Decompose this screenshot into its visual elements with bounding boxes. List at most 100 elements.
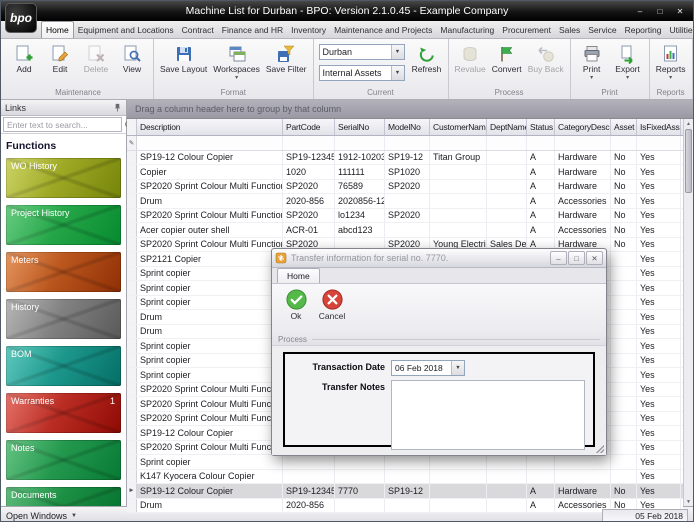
transfer-notes-input[interactable]	[391, 380, 585, 450]
chevron-down-icon[interactable]: ▼	[391, 45, 404, 59]
chevron-down-icon[interactable]: ▼	[451, 361, 464, 375]
filter-cell[interactable]	[527, 136, 555, 150]
column-header-customername[interactable]: CustomerName	[430, 119, 487, 135]
table-row[interactable]: SP19-12 Colour CopierSP19-1234561912-102…	[127, 151, 683, 166]
function-wo-history[interactable]: WO History	[6, 158, 121, 198]
transaction-date-combo[interactable]: 06 Feb 2018 ▼	[391, 360, 465, 376]
cell: A	[527, 499, 555, 513]
table-row[interactable]: K147 Kyocera Colour CopierYes	[127, 470, 683, 485]
filter-cell[interactable]	[611, 136, 637, 150]
combo-durban[interactable]: Durban▼	[319, 44, 405, 60]
column-header-categorydesc[interactable]: CategoryDesc	[555, 119, 611, 135]
edit-button[interactable]: Edit	[42, 40, 78, 87]
export-button[interactable]: Export▾	[610, 40, 646, 87]
open-windows-button[interactable]: Open Windows ▼	[6, 511, 77, 521]
status-date[interactable]: 05 Feb 2018	[602, 509, 688, 522]
cell	[335, 499, 385, 513]
vertical-scrollbar[interactable]: ▲ ▼	[683, 119, 693, 506]
workspaces-button[interactable]: Workspaces▾	[210, 40, 263, 87]
function-meters[interactable]: Meters	[6, 252, 121, 292]
search-input[interactable]	[3, 117, 122, 132]
group-by-bar[interactable]: Drag a column header here to group by th…	[127, 100, 693, 119]
scroll-up-icon[interactable]: ▲	[686, 119, 691, 128]
save-filter-button[interactable]: Save Filter	[263, 40, 310, 87]
tab-utilities[interactable]: Utilities	[665, 21, 694, 38]
table-row[interactable]: Copier1020111111SP1020AHardwareNoYes	[127, 165, 683, 180]
cell: A	[527, 194, 555, 208]
tab-inventory[interactable]: Inventory	[287, 21, 330, 38]
filter-cell[interactable]	[487, 136, 527, 150]
title-bar[interactable]: Machine List for Durban - BPO: Version 2…	[1, 1, 693, 21]
function-notes[interactable]: Notes	[6, 440, 121, 480]
column-header-asset[interactable]: Asset	[611, 119, 637, 135]
cell: Yes	[637, 180, 681, 194]
tab-reporting[interactable]: Reporting	[621, 21, 666, 38]
column-header-deptname[interactable]: DeptName	[487, 119, 527, 135]
refresh-button[interactable]: Refresh	[409, 40, 445, 87]
filter-cell[interactable]	[385, 136, 430, 150]
tab-maintenance-and-projects[interactable]: Maintenance and Projects	[330, 21, 436, 38]
print-button[interactable]: Print▾	[574, 40, 610, 87]
cancel-button[interactable]: Cancel	[314, 287, 350, 321]
cell: SP19-12	[385, 151, 430, 165]
minimize-icon[interactable]: –	[631, 5, 649, 18]
dialog-tab-home[interactable]: Home	[277, 268, 320, 283]
filter-row[interactable]: ✎	[127, 136, 683, 151]
table-row[interactable]: Drum2020-8562020856-1234AAccessoriesNoYe…	[127, 194, 683, 209]
function-warranties[interactable]: Warranties1	[6, 393, 121, 433]
column-header-modelno[interactable]: ModelNo	[385, 119, 430, 135]
row-indicator	[127, 252, 137, 266]
table-row[interactable]: SP2020 Sprint Colour Multi Functional Co…	[127, 209, 683, 224]
table-row[interactable]: Drum2020-856AAccessoriesNoYes	[127, 499, 683, 514]
column-header-isfixedasset[interactable]: IsFixedAsset	[637, 119, 681, 135]
scroll-down-icon[interactable]: ▼	[686, 497, 691, 506]
column-header-description[interactable]: Description	[137, 119, 283, 135]
dialog-close-icon[interactable]: ✕	[586, 251, 603, 265]
function-project-history[interactable]: Project History	[6, 205, 121, 245]
pin-icon[interactable]	[113, 103, 122, 112]
reports-button[interactable]: Reports▾	[653, 40, 689, 87]
add-button[interactable]: Add	[6, 40, 42, 87]
filter-cell[interactable]	[335, 136, 385, 150]
filter-cell[interactable]	[555, 136, 611, 150]
filter-cell[interactable]	[637, 136, 681, 150]
filter-cell[interactable]	[430, 136, 487, 150]
bpo-logo[interactable]: bpo	[5, 3, 37, 33]
combo-internal-assets[interactable]: Internal Assets▼	[319, 65, 405, 81]
convert-button[interactable]: Convert	[489, 40, 525, 87]
dialog-resize-grip[interactable]	[596, 445, 604, 453]
close-icon[interactable]: ✕	[671, 5, 689, 18]
tab-manufacturing[interactable]: Manufacturing	[436, 21, 498, 38]
table-row[interactable]: SP2020 Sprint Colour Multi Functional Co…	[127, 180, 683, 195]
table-row[interactable]: Acer copier outer shellACR-01abcd123AAcc…	[127, 223, 683, 238]
chevron-down-icon[interactable]: ▼	[391, 66, 404, 80]
tab-service[interactable]: Service	[584, 21, 620, 38]
tab-procurement[interactable]: Procurement	[498, 21, 555, 38]
tab-contract[interactable]: Contract	[178, 21, 218, 38]
tab-finance-and-hr[interactable]: Finance and HR	[218, 21, 287, 38]
column-header-partcode[interactable]: PartCode	[283, 119, 335, 135]
dialog-minimize-icon[interactable]: –	[550, 251, 567, 265]
view-button[interactable]: View	[114, 40, 150, 87]
column-header-serialno[interactable]: SerialNo	[335, 119, 385, 135]
tab-equipment-and-locations[interactable]: Equipment and Locations	[74, 21, 178, 38]
function-documents[interactable]: Documents	[6, 487, 121, 506]
ok-button[interactable]: Ok	[278, 287, 314, 321]
table-row[interactable]: Sprint copierYes	[127, 455, 683, 470]
filter-cell[interactable]	[137, 136, 283, 150]
function-bom[interactable]: BOM	[6, 346, 121, 386]
cell: Yes	[637, 484, 681, 498]
table-row[interactable]: ►SP19-12 Colour CopierSP19-1234567770SP1…	[127, 484, 683, 499]
row-indicator	[127, 281, 137, 295]
cell: Titan Group	[430, 151, 487, 165]
filter-cell[interactable]	[283, 136, 335, 150]
column-header-status[interactable]: Status	[527, 119, 555, 135]
tab-sales[interactable]: Sales	[555, 21, 584, 38]
dialog-titlebar[interactable]: Transfer information for serial no. 7770…	[272, 249, 606, 268]
tab-home[interactable]: Home	[41, 21, 74, 38]
function-history[interactable]: History	[6, 299, 121, 339]
save-layout-button[interactable]: Save Layout	[157, 40, 210, 87]
dialog-maximize-icon[interactable]: □	[568, 251, 585, 265]
maximize-icon[interactable]: □	[651, 5, 669, 18]
scrollbar-thumb[interactable]	[685, 129, 692, 193]
